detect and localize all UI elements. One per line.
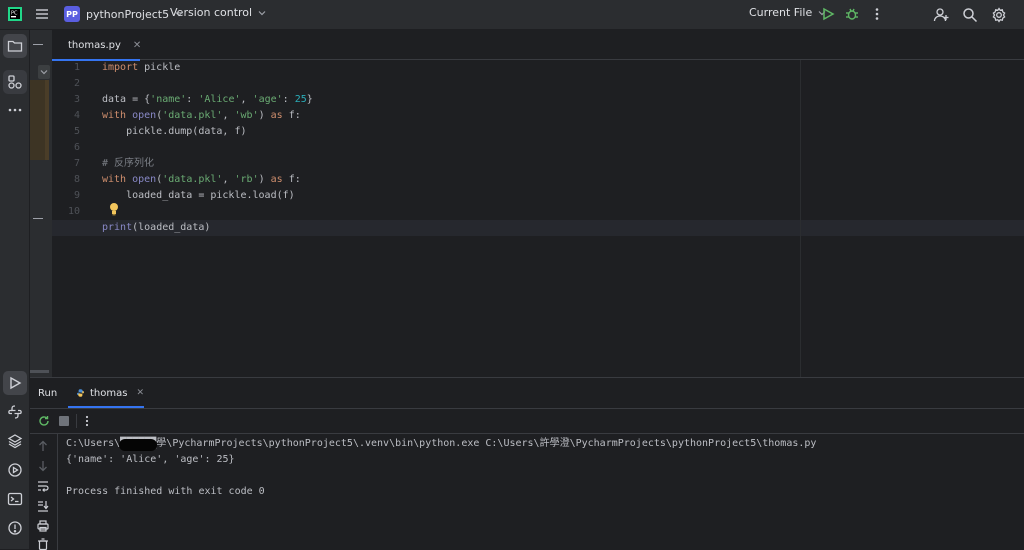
run-toolbar xyxy=(30,408,1024,434)
version-control-label: Version control xyxy=(170,6,253,19)
run-tool-window: Run thomas ✕ C:\Users\██████學\PycharmPro… xyxy=(30,377,1024,550)
terminal-tool-button[interactable] xyxy=(3,487,27,511)
code-line-4: with open('data.pkl', 'wb') as f: xyxy=(102,110,301,121)
project-selector[interactable]: PP pythonProject5 xyxy=(64,6,183,22)
line-number: 3 xyxy=(73,94,80,105)
project-badge: PP xyxy=(64,6,80,22)
code-editor: thomas.py ✕ 1 2 3 4 5 6 7 8 9 10 11 impo… xyxy=(52,30,1024,377)
print-icon[interactable] xyxy=(37,520,49,532)
version-control-menu[interactable]: Version control xyxy=(170,6,266,19)
code-line-8: with open('data.pkl', 'rb') as f: xyxy=(102,174,301,185)
problems-tool-button[interactable] xyxy=(3,516,27,540)
close-icon[interactable]: ✕ xyxy=(133,40,141,51)
run-tool-button[interactable] xyxy=(3,371,27,395)
layers-icon xyxy=(7,434,23,449)
chevron-down-icon xyxy=(258,10,266,15)
services-icon xyxy=(8,463,22,477)
code-area[interactable]: import pickle data = {'name': 'Alice', '… xyxy=(52,60,1024,377)
run-tab-thomas[interactable]: thomas ✕ xyxy=(68,378,144,408)
run-side-toolbar xyxy=(30,434,58,550)
python-icon xyxy=(8,405,22,419)
left-tool-strip xyxy=(0,30,30,549)
code-line-11: print(loaded_data) xyxy=(102,222,211,233)
scroll-to-end-icon[interactable] xyxy=(37,500,49,512)
line-number: 1 xyxy=(73,62,80,73)
soft-wrap-icon[interactable] xyxy=(37,480,49,492)
layers-tool-button[interactable] xyxy=(3,429,27,453)
folder-icon xyxy=(7,40,23,52)
python-file-icon xyxy=(77,389,84,397)
line-number: 8 xyxy=(73,174,80,185)
code-line-7: # 反序列化 xyxy=(102,158,155,169)
more-horizontal-icon xyxy=(8,108,22,112)
line-number: 9 xyxy=(73,190,80,201)
arrow-up-icon[interactable] xyxy=(38,440,48,452)
line-number: 6 xyxy=(73,142,80,153)
pycharm-logo-icon[interactable]: PC xyxy=(8,7,22,21)
title-bar: PC PP pythonProject5 Version control Cur… xyxy=(0,0,1024,30)
more-actions-icon[interactable] xyxy=(872,7,882,21)
main-menu-icon[interactable] xyxy=(35,7,49,21)
divider xyxy=(76,414,77,428)
project-tool-button[interactable] xyxy=(3,34,27,58)
svg-text:PC: PC xyxy=(11,11,18,17)
debug-icon[interactable] xyxy=(845,7,859,21)
warning-circle-icon xyxy=(8,521,22,535)
intention-bulb-icon[interactable] xyxy=(108,202,120,216)
line-number: 2 xyxy=(73,78,80,89)
line-number: 10 xyxy=(67,206,80,217)
run-icon xyxy=(10,376,22,390)
project-panel-collapsed xyxy=(30,30,52,377)
stop-icon[interactable] xyxy=(59,416,69,426)
console-line: C:\Users\██████學\PycharmProjects\pythonP… xyxy=(66,438,817,449)
line-number: 5 xyxy=(73,126,80,137)
search-icon[interactable] xyxy=(962,7,978,23)
collapse-line-icon[interactable] xyxy=(33,218,43,219)
project-name: pythonProject5 xyxy=(86,7,170,21)
redaction-blot xyxy=(119,439,157,451)
add-user-icon[interactable] xyxy=(933,7,949,23)
trash-icon[interactable] xyxy=(37,538,49,550)
editor-tab-bar: thomas.py ✕ xyxy=(52,30,1024,61)
settings-gear-icon[interactable] xyxy=(991,7,1007,23)
python-packages-button[interactable] xyxy=(3,400,27,424)
more-tools-button[interactable] xyxy=(3,98,27,122)
code-line-3: data = {'name': 'Alice', 'age': 25} xyxy=(102,94,313,105)
run-icon[interactable] xyxy=(821,7,835,21)
rerun-icon[interactable] xyxy=(38,415,50,427)
run-title: Run xyxy=(38,387,58,399)
line-number: 4 xyxy=(73,110,80,121)
expand-chevron-icon[interactable] xyxy=(38,65,50,79)
arrow-down-icon[interactable] xyxy=(38,460,48,472)
collapse-line-icon[interactable] xyxy=(33,44,43,45)
run-config-label: Current File xyxy=(749,6,813,19)
structure-tool-button[interactable] xyxy=(3,70,27,94)
terminal-icon xyxy=(7,492,23,506)
tab-label: thomas.py xyxy=(68,39,121,51)
run-header: Run thomas ✕ xyxy=(30,378,1024,408)
console-line: Process finished with exit code 0 xyxy=(66,486,265,497)
tab-thomas-py[interactable]: thomas.py ✕ xyxy=(52,30,141,61)
code-line-9: loaded_data = pickle.load(f) xyxy=(102,190,295,201)
right-margin-guide xyxy=(800,60,801,377)
run-config-selector[interactable]: Current File xyxy=(749,6,826,19)
line-number: 7 xyxy=(73,158,80,169)
tree-scroll[interactable] xyxy=(45,80,49,160)
code-line-1: import pickle xyxy=(102,62,181,73)
panel-scrollbar[interactable] xyxy=(30,370,49,373)
close-icon[interactable]: ✕ xyxy=(136,388,144,398)
code-line-5: pickle.dump(data, f) xyxy=(102,126,247,137)
structure-icon xyxy=(8,75,22,89)
console-line: {'name': 'Alice', 'age': 25} xyxy=(66,454,235,465)
run-tab-label: thomas xyxy=(89,387,128,399)
line-number-gutter: 1 2 3 4 5 6 7 8 9 10 11 xyxy=(52,60,100,377)
more-vertical-icon[interactable] xyxy=(84,415,90,427)
services-tool-button[interactable] xyxy=(3,458,27,482)
